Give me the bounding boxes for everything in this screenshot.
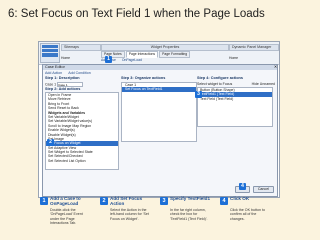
step2-heading: Step 2: Add actions [45,87,81,91]
onpageload-event[interactable]: OnPageLoad [122,58,142,62]
add-action-link[interactable]: Add Action [45,71,62,75]
callout-desc: In the far right column, check the box f… [170,208,208,221]
callouts: 1 Add a Case to OnPageLoad Double-click … [40,196,280,240]
callout-1: 1 Add a Case to OnPageLoad Double-click … [40,196,88,240]
actions-list[interactable]: Open in Frame Move Retrieve Bring to Fro… [45,92,119,170]
case-description: Case 1 [45,82,117,87]
step1-heading: Step 1: Description [45,76,80,80]
select-widget-label: Select widget to Focus [197,82,233,86]
callout-title: Specify TextField1 [170,196,210,201]
case-label: Case 1 [45,82,57,87]
callout-number: 1 [40,197,48,205]
add-condition-link[interactable]: Add Condition [68,71,91,75]
step-badge-2: 2 [47,139,54,146]
cancel-button[interactable]: Cancel [252,186,274,193]
callout-number: 3 [160,197,168,205]
toolbar-widgets-icon[interactable] [40,43,60,63]
app-topbar: Sitemaps Widget Properties Dynamic Panel… [39,42,279,65]
callout-title: Add Set Focus Action [110,196,143,206]
widget-target-item[interactable]: Text Field (Text Field) [198,97,272,101]
step-headers: Step 1: Description Step 3: Organize act… [45,76,275,80]
callout-desc: Select the Action in the left-hand colum… [110,208,149,221]
callout-number: 2 [100,197,108,205]
step4-heading: Step 4: Configure actions [197,76,243,80]
callout-2: 2 Add Set Focus Action Select the Action… [100,196,149,240]
callout-number: 4 [220,197,228,205]
callout-4: 4 Click OK Click the OK button to confir… [220,196,268,240]
step3-heading: Step 3: Organize actions [121,76,166,80]
case-editor-titlebar: Case Editor ✕ [43,65,277,70]
panel-widget-properties: Widget Properties [101,44,229,51]
callout-title: Add a Case to OnPageLoad [50,196,81,206]
callout-title: Click OK [230,196,250,201]
action-item[interactable]: Set Selected List Option [46,159,118,163]
close-icon[interactable]: ✕ [274,65,277,70]
tab-page-formatting[interactable]: Page Formatting [159,51,191,58]
tab-page-interactions[interactable]: Page Interactions [125,51,159,58]
step-badge-1: 1 [105,56,112,63]
step-badge-3: 3 [195,91,202,98]
slide-title: 6: Set Focus on Text Field 1 when the Pa… [8,8,265,20]
action-node-set-focus[interactable]: Set Focus on TextField1 [122,87,196,92]
panel-sitemaps: Sitemaps [61,44,101,51]
configure-actions: Select widget to Focus Hide Unnamed Butt… [197,82,275,142]
screenshot: Sitemaps Widget Properties Dynamic Panel… [38,41,280,198]
sitemap-tree: Home [61,56,97,60]
organize-actions-tree: Case 1 Set Focus on TextField1 [121,82,197,142]
case-editor-title: Case Editor [45,65,65,69]
dynamic-panel-item-home[interactable]: Home [229,56,275,60]
callout-desc: Click the OK button to confirm all of th… [230,208,265,221]
properties-tabs: Page Notes Page Interactions Page Format… [101,51,191,58]
hide-unnamed-checkbox[interactable]: Hide Unnamed [252,82,275,87]
panel-dynamic-panel-manager: Dynamic Panel Manager [229,44,279,51]
case-editor-dialog: Case Editor ✕ Add Action Add Condition S… [42,64,278,197]
callout-3: 3 Specify TextField1 In the far right co… [160,196,210,240]
case-editor-toolbar: Add Action Add Condition [45,71,91,75]
widget-target-list[interactable]: Button (Button Shape) TextField1 (Text F… [197,87,273,127]
sitemap-item-home[interactable]: Home [61,56,97,60]
callout-desc: Double-click the 'OnPageLoad' Event unde… [50,208,83,225]
step-badge-4: 4 [239,183,246,190]
